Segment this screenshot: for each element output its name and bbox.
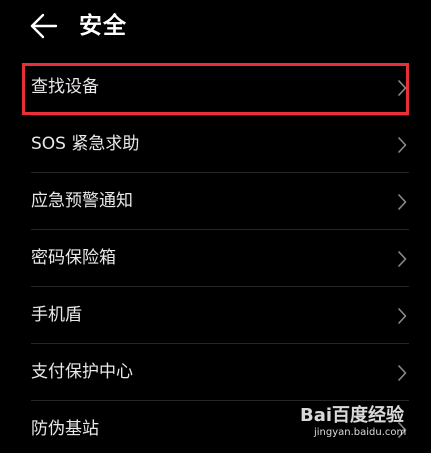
menu-item-emergency-alerts[interactable]: 应急预警通知	[0, 173, 431, 230]
menu-item-phone-shield[interactable]: 手机盾	[0, 287, 431, 344]
menu-item-label: 查找设备	[31, 77, 99, 97]
header-bar: 安全	[0, 0, 431, 56]
menu-item-label: 密码保险箱	[31, 248, 116, 268]
settings-list: 查找设备 SOS 紧急求助 应急预警通知 密码保险箱 手机盾 支付保护中心 防伪…	[0, 59, 431, 453]
chevron-right-icon	[397, 80, 407, 96]
menu-item-find-device[interactable]: 查找设备	[0, 59, 431, 116]
menu-item-fake-base-station[interactable]: 防伪基站	[0, 401, 431, 453]
security-settings-screen: 安全 查找设备 SOS 紧急求助 应急预警通知 密码保险箱 手机盾 支付保护中心…	[0, 0, 431, 453]
page-title: 安全	[79, 13, 127, 39]
chevron-right-icon	[397, 422, 407, 438]
arrow-left-icon	[28, 10, 62, 42]
menu-item-password-vault[interactable]: 密码保险箱	[0, 230, 431, 287]
menu-item-payment-protection[interactable]: 支付保护中心	[0, 344, 431, 401]
menu-item-label: SOS 紧急求助	[31, 134, 140, 154]
chevron-right-icon	[397, 251, 407, 267]
menu-item-sos[interactable]: SOS 紧急求助	[0, 116, 431, 173]
chevron-right-icon	[397, 137, 407, 153]
menu-item-label: 支付保护中心	[31, 362, 133, 382]
chevron-right-icon	[397, 365, 407, 381]
menu-item-label: 应急预警通知	[31, 191, 133, 211]
menu-item-label: 手机盾	[31, 305, 82, 325]
back-button[interactable]	[28, 10, 62, 42]
chevron-right-icon	[397, 308, 407, 324]
menu-item-label: 防伪基站	[31, 419, 99, 439]
chevron-right-icon	[397, 194, 407, 210]
